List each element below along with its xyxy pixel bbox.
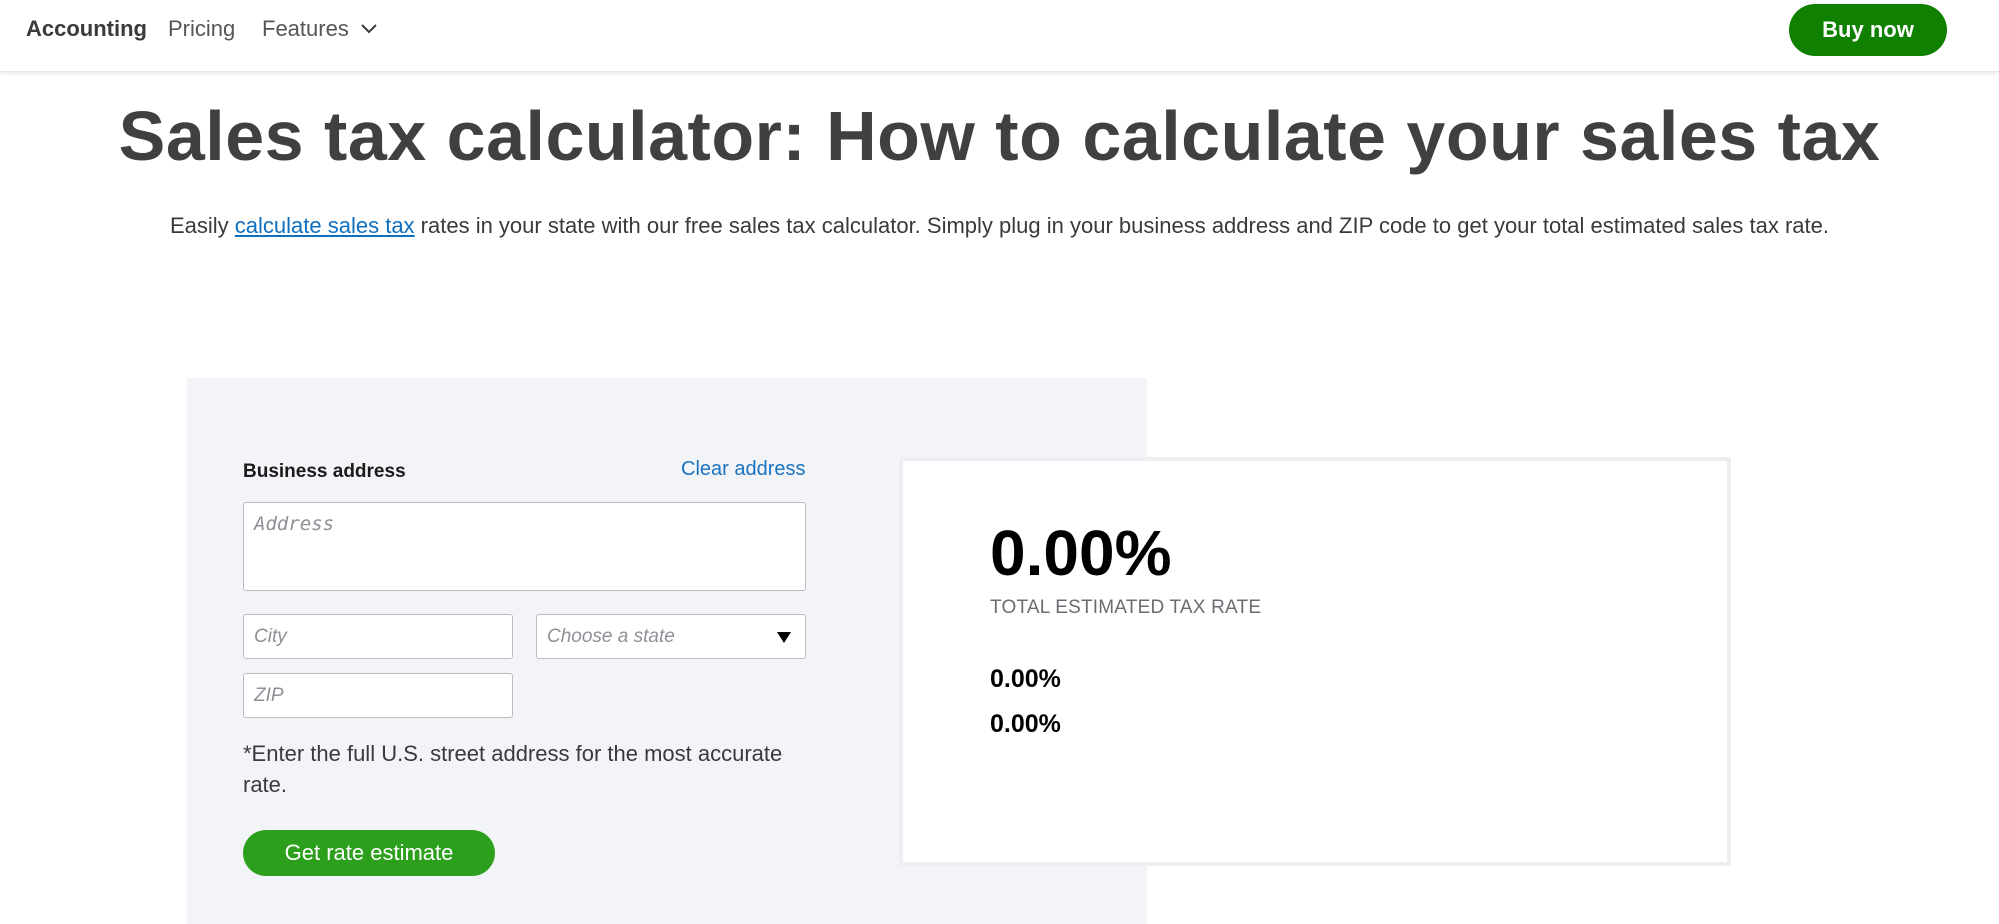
chevron-down-icon xyxy=(361,24,377,34)
description-suffix: rates in your state with our free sales … xyxy=(414,213,1829,238)
buy-now-button[interactable]: Buy now xyxy=(1789,4,1947,56)
caret-down-icon xyxy=(777,632,791,643)
nav-link-features-label: Features xyxy=(262,16,349,41)
tax-rate-line-1: 0.00% xyxy=(990,665,1061,693)
top-navigation: Accounting Pricing Features Buy now xyxy=(0,0,1999,72)
calculate-sales-tax-link[interactable]: calculate sales tax xyxy=(235,213,415,238)
nav-link-features[interactable]: Features xyxy=(262,16,379,42)
address-input[interactable] xyxy=(243,502,806,591)
description-prefix: Easily xyxy=(170,213,235,238)
state-select-placeholder: Choose a state xyxy=(547,625,675,647)
page-title: Sales tax calculator: How to calculate y… xyxy=(118,97,1881,175)
nav-link-accounting[interactable]: Accounting xyxy=(26,16,147,42)
clear-address-link[interactable]: Clear address xyxy=(681,458,806,481)
page-description: Easily calculate sales tax rates in your… xyxy=(0,213,1999,239)
tax-rate-line-2: 0.00% xyxy=(990,710,1061,738)
state-select[interactable]: Choose a state xyxy=(536,614,806,659)
business-address-label: Business address xyxy=(243,461,406,482)
total-tax-rate-value: 0.00% xyxy=(990,517,1172,589)
nav-link-pricing[interactable]: Pricing xyxy=(168,16,235,42)
address-accuracy-note: *Enter the full U.S. street address for … xyxy=(243,741,783,797)
total-tax-rate-caption: TOTAL ESTIMATED TAX RATE xyxy=(990,597,1262,618)
city-input[interactable] xyxy=(243,614,513,659)
get-rate-estimate-button[interactable]: Get rate estimate xyxy=(243,830,495,876)
zip-input[interactable] xyxy=(243,673,513,718)
